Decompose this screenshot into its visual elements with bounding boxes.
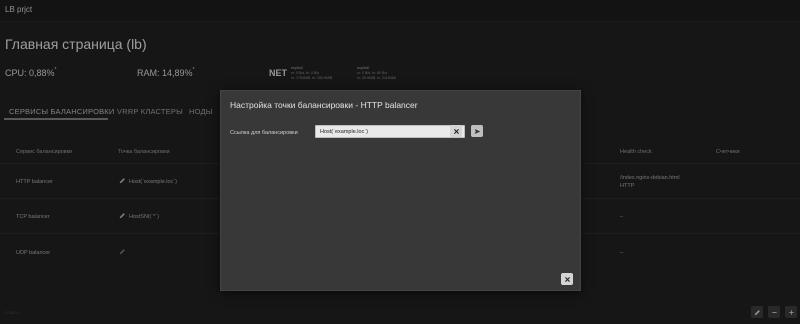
clear-field-button[interactable] [450, 125, 462, 137]
balancer-point-dialog: Настройка точки балансировки - HTTP bala… [220, 90, 581, 291]
dialog-close-button[interactable] [561, 273, 573, 285]
close-icon [453, 128, 459, 134]
send-icon [474, 128, 480, 134]
balancer-link-label: Ссылка для балансировки [230, 130, 298, 136]
dialog-title: Настройка точки балансировки - HTTP bala… [230, 100, 418, 110]
close-icon [564, 276, 570, 282]
send-button[interactable] [471, 125, 483, 137]
balancer-link-input[interactable] [315, 125, 465, 138]
